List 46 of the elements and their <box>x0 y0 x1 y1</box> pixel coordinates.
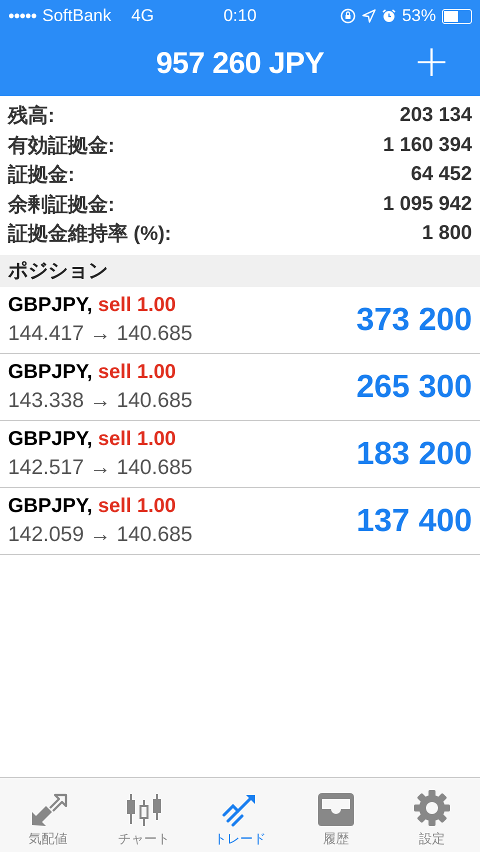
rotation-lock-icon <box>340 8 356 24</box>
summary-label: 証拠金維持率 (%): <box>8 222 172 248</box>
network-type: 4G <box>131 6 154 26</box>
position-profit: 265 300 <box>356 368 472 405</box>
summary-label: 有効証拠金: <box>8 134 115 159</box>
balance-title: 957 260 JPY <box>156 47 324 81</box>
summary-value: 1 160 394 <box>383 134 472 157</box>
summary-label: 残高: <box>8 104 55 130</box>
position-row[interactable]: GBPJPY, sell 1.00 144.417 → 140.685 373 200 <box>0 286 480 354</box>
tab-button[interactable]: 気配値 <box>0 778 96 852</box>
summary-value: 1 800 <box>422 222 472 246</box>
alarm-clock-icon <box>382 9 396 23</box>
position-profit: 137 400 <box>356 502 472 539</box>
position-profit: 373 200 <box>356 301 472 338</box>
tab-button[interactable]: チャート <box>96 778 192 852</box>
summary-label: 余剰証拠金: <box>8 192 115 218</box>
position-prices: 142.517 → 140.685 <box>8 456 192 480</box>
position-row[interactable]: GBPJPY, sell 1.00 143.338 → 140.685 265 300 <box>0 354 480 420</box>
location-arrow-icon <box>362 9 376 23</box>
clock-time: 0:10 <box>223 6 257 26</box>
inbox-tray-icon <box>316 791 356 827</box>
tab-button[interactable]: トレード <box>192 778 288 852</box>
position-prices: 142.059 → 140.685 <box>8 522 192 546</box>
position-prices: 143.338 → 140.685 <box>8 388 192 412</box>
section-header: ポジション <box>0 254 480 286</box>
summary-value: 203 134 <box>400 104 472 128</box>
position-prices: 144.417 → 140.685 <box>8 322 192 346</box>
position-title: GBPJPY, sell 1.00 <box>8 360 177 384</box>
candlestick-icon <box>124 791 164 827</box>
settings-icon <box>413 789 451 827</box>
position-title: GBPJPY, sell 1.00 <box>8 294 177 316</box>
summary-value: 1 095 942 <box>383 192 472 216</box>
position-row[interactable]: GBPJPY, sell 1.00 142.517 → 140.685 183 200 <box>0 420 480 488</box>
position-profit: 183 200 <box>356 435 472 472</box>
carrier-name: SoftBank <box>42 6 112 26</box>
battery-icon <box>442 8 472 24</box>
position-title: GBPJPY, sell 1.00 <box>8 428 177 450</box>
add-button[interactable]: + <box>407 40 456 84</box>
summary-label: 証拠金: <box>8 163 75 188</box>
tab-button[interactable]: 履歴 <box>288 778 384 852</box>
battery-percent: 53% <box>402 6 436 26</box>
summary-value: 64 452 <box>410 163 472 186</box>
signal-dots: ●●●●● <box>8 10 36 22</box>
position-title: GBPJPY, sell 1.00 <box>8 494 177 518</box>
position-row[interactable]: GBPJPY, sell 1.00 142.059 → 140.685 137 400 <box>0 488 480 554</box>
tab-button[interactable]: 設定 <box>384 778 480 852</box>
